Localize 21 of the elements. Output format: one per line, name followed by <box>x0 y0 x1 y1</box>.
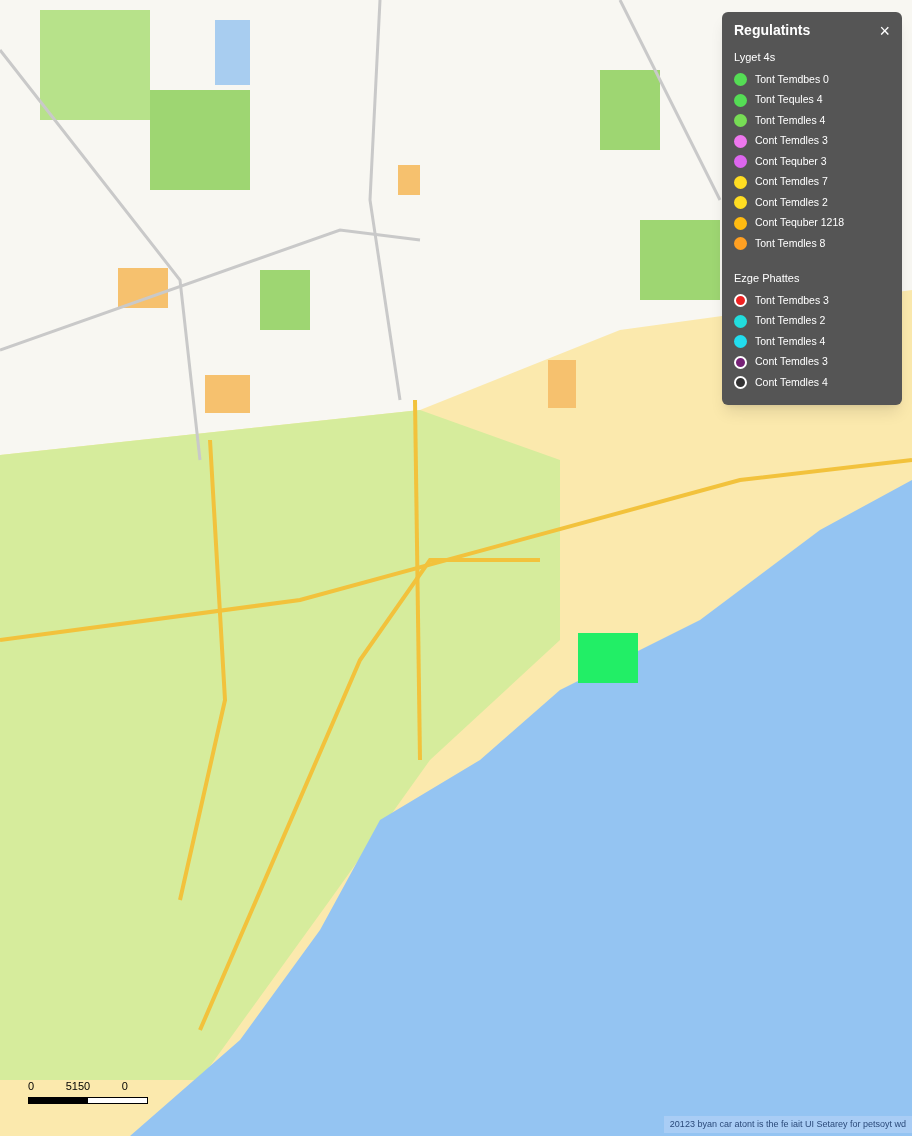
legend-title: Regulatints <box>734 21 811 40</box>
legend-label: Tont Tequles 4 <box>755 92 823 108</box>
close-button[interactable]: × <box>879 21 890 40</box>
legend-section-heading: Ezge Phattes <box>734 271 801 286</box>
scale-label: 0 <box>121 1079 128 1094</box>
legend-label: Tont Temdles 2 <box>755 313 826 329</box>
legend-label: Tont Temdles 8 <box>755 235 826 251</box>
scale-label: 5150 <box>65 1079 91 1094</box>
legend-label: Cont Temdles 4 <box>755 374 828 390</box>
legend-section-heading: Lyget 4s <box>734 50 777 65</box>
scale-label: 0 <box>28 1079 35 1094</box>
legend-label: Cont Temdles 3 <box>755 133 828 149</box>
legend-label: Cont Temdles 2 <box>755 194 828 210</box>
legend-label: Cont Tequber 1218 <box>755 215 845 231</box>
legend-label: Cont Temdles 3 <box>755 354 828 370</box>
legend-label: Tont Temdbes 0 <box>755 71 829 87</box>
legend-label: Tont Temdles 4 <box>755 112 826 128</box>
legend-label: Tont Temdles 4 <box>755 333 826 349</box>
legend-label: Cont Temdles 7 <box>755 174 828 190</box>
legend-label: Tont Temdbes 3 <box>755 292 829 308</box>
legend-label: Cont Tequber 3 <box>755 153 827 169</box>
